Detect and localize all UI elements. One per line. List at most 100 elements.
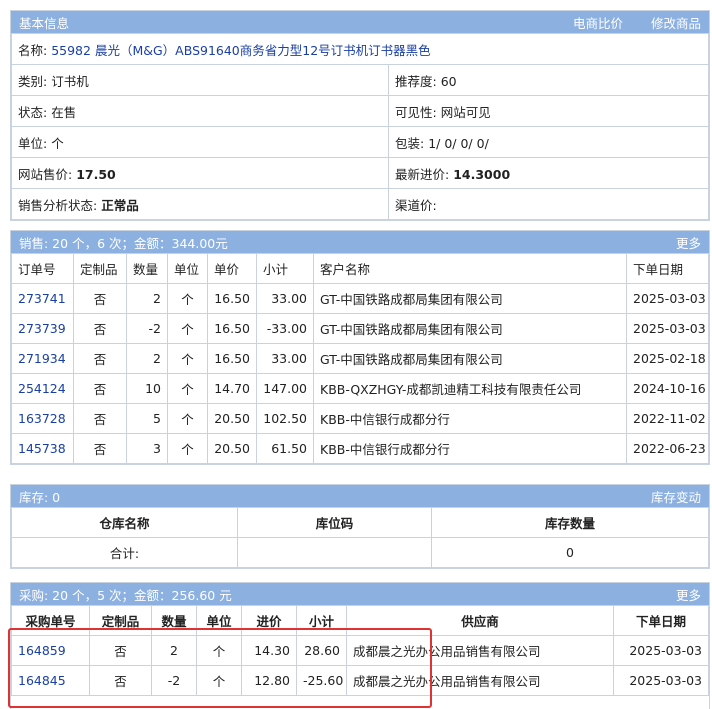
stock-change-link[interactable]: 库存变动	[651, 487, 701, 506]
info-cell: 单位: 个	[11, 126, 389, 158]
product-name-value[interactable]: 55982 晨光（M&G）ABS91640商务省力型12号订书机订书器黑色	[51, 43, 430, 58]
table-cell: KBB-QXZHGY-成都凯迪精工科技有限责任公司	[313, 373, 627, 404]
info-row: 类别: 订书机 推荐度: 60	[11, 64, 709, 96]
order-number-link[interactable]: 254124	[18, 381, 66, 396]
table-cell: 2025-03-03	[626, 283, 709, 314]
sales-summary: 销售: 20 个，6 次；金额：344.00元	[19, 235, 228, 251]
order-number-link[interactable]: 145738	[18, 441, 66, 456]
table-cell: 2022-11-02	[626, 403, 709, 434]
compare-price-link[interactable]: 电商比价	[573, 13, 623, 32]
table-cell: GT-中国铁路成都局集团有限公司	[313, 313, 627, 344]
purchase-more-link[interactable]: 更多	[676, 585, 701, 604]
edit-product-link[interactable]: 修改商品	[651, 13, 701, 32]
product-name-label: 名称:	[18, 42, 48, 58]
info-label: 状态:	[18, 104, 48, 120]
info-label: 包装:	[395, 135, 425, 151]
table-cell: 16.50	[207, 343, 257, 374]
column-header: 采购单号	[11, 605, 90, 636]
table-cell: 2025-03-03	[613, 635, 709, 666]
info-row: 单位: 个包装: 1/ 0/ 0/ 0/	[11, 126, 709, 158]
info-label: 渠道价:	[395, 197, 437, 213]
order-number-link[interactable]: 273739	[18, 321, 66, 336]
order-number-cell: 163728	[11, 403, 74, 434]
basic-info-table: 名称: 55982 晨光（M&G）ABS91640商务省力型12号订书机订书器黑…	[11, 33, 709, 220]
table-cell: -2	[126, 313, 168, 344]
column-header: 单位	[167, 253, 208, 284]
table-cell: KBB-中信银行成都分行	[313, 403, 627, 434]
column-header: 库位码	[237, 507, 432, 538]
info-value: 在售	[51, 104, 77, 120]
table-cell: 147.00	[256, 373, 314, 404]
table-cell: 个	[167, 313, 208, 344]
sales-row: 273739 否 -2 个 16.50 -33.00 GT-中国铁路成都局集团有限公司 202…	[11, 313, 709, 344]
table-cell: 2025-03-03	[613, 665, 709, 696]
info-value: 60	[440, 73, 457, 89]
table-cell: -2	[151, 665, 197, 696]
info-label: 类别:	[18, 73, 48, 89]
table-cell: 2	[151, 635, 197, 666]
info-value: 网站可见	[440, 104, 491, 120]
column-header: 定制品	[89, 605, 152, 636]
column-header: 供应商	[346, 605, 614, 636]
table-cell: 16.50	[207, 313, 257, 344]
order-number-link[interactable]: 271934	[18, 351, 66, 366]
column-header: 下单日期	[626, 253, 709, 284]
sales-more-link[interactable]: 更多	[676, 233, 701, 252]
table-cell: 成都晨之光办公用品销售有限公司	[346, 665, 614, 696]
table-cell: 20.50	[207, 433, 257, 464]
table-cell: 20.50	[207, 403, 257, 434]
table-cell: 个	[167, 283, 208, 314]
table-cell: 14.70	[207, 373, 257, 404]
info-cell: 最新进价: 14.3000	[388, 157, 709, 189]
purchase-number-cell: 164859	[11, 635, 90, 666]
column-header: 单价	[207, 253, 257, 284]
info-value: 17.50	[76, 166, 116, 182]
table-cell: 2025-02-18	[626, 343, 709, 374]
info-label: 网站售价:	[18, 166, 73, 182]
info-cell: 渠道价:	[388, 188, 709, 220]
purchase-row: 164845 否 -2 个 12.80 -25.60 成都晨之光办公用品销售有限公司 2025…	[11, 665, 709, 696]
info-value: 14.3000	[453, 166, 511, 182]
column-header: 进价	[241, 605, 297, 636]
table-cell: 个	[167, 433, 208, 464]
info-cell: 推荐度: 60	[388, 64, 709, 96]
sales-row: 254124 否 10 个 14.70 147.00 KBB-QXZHGY-成都凯迪精工科技…	[11, 373, 709, 404]
basic-info-section: 基本信息 电商比价 修改商品 名称: 55982 晨光（M&G）ABS91640…	[10, 10, 710, 221]
column-header: 客户名称	[313, 253, 627, 284]
table-cell: 33.00	[256, 343, 314, 374]
purchase-number-link[interactable]: 164859	[18, 643, 66, 658]
table-cell: 否	[73, 343, 127, 374]
table-cell: 个	[167, 403, 208, 434]
table-cell: -25.60	[296, 665, 347, 696]
stock-summary: 库存: 0	[19, 489, 61, 505]
column-header: 定制品	[73, 253, 127, 284]
table-cell: 否	[73, 373, 127, 404]
column-header: 小计	[256, 253, 314, 284]
column-header: 数量	[126, 253, 168, 284]
sales-row: 271934 否 2 个 16.50 33.00 GT-中国铁路成都局集团有限公司 2025-…	[11, 343, 709, 374]
info-cell: 可见性: 网站可见	[388, 95, 709, 127]
table-cell: 16.50	[207, 283, 257, 314]
table-cell: -33.00	[256, 313, 314, 344]
table-cell: 5	[126, 403, 168, 434]
table-cell: 个	[196, 665, 242, 696]
purchase-row: 164859 否 2 个 14.30 28.60 成都晨之光办公用品销售有限公司 2025-0…	[11, 635, 709, 666]
info-row: 状态: 在售 可见性: 网站可见	[11, 95, 709, 127]
table-cell: 2024-10-16	[626, 373, 709, 404]
stock-total-row: 合计: 0	[11, 537, 709, 568]
order-number-link[interactable]: 273741	[18, 291, 66, 306]
column-header: 仓库名称	[11, 507, 238, 538]
info-value: 订书机	[51, 73, 89, 89]
table-cell: 28.60	[296, 635, 347, 666]
purchase-section: 采购: 20 个，5 次；金额：256.60 元 更多 采购单号 定制品 数量 单位进…	[10, 582, 710, 709]
column-header: 小计	[296, 605, 347, 636]
table-cell: 成都晨之光办公用品销售有限公司	[346, 635, 614, 666]
info-row: 销售分析状态: 正常品 渠道价:	[11, 188, 709, 220]
order-number-link[interactable]: 163728	[18, 411, 66, 426]
info-row: 网站售价: 17.50 最新进价: 14.3000	[11, 157, 709, 189]
purchase-number-link[interactable]: 164845	[18, 673, 66, 688]
info-cell: 类别: 订书机	[11, 64, 389, 96]
stock-table: 仓库名称 库位码 库存数量 合计: 0	[11, 507, 709, 568]
table-cell: 个	[167, 343, 208, 374]
table-cell: 10	[126, 373, 168, 404]
